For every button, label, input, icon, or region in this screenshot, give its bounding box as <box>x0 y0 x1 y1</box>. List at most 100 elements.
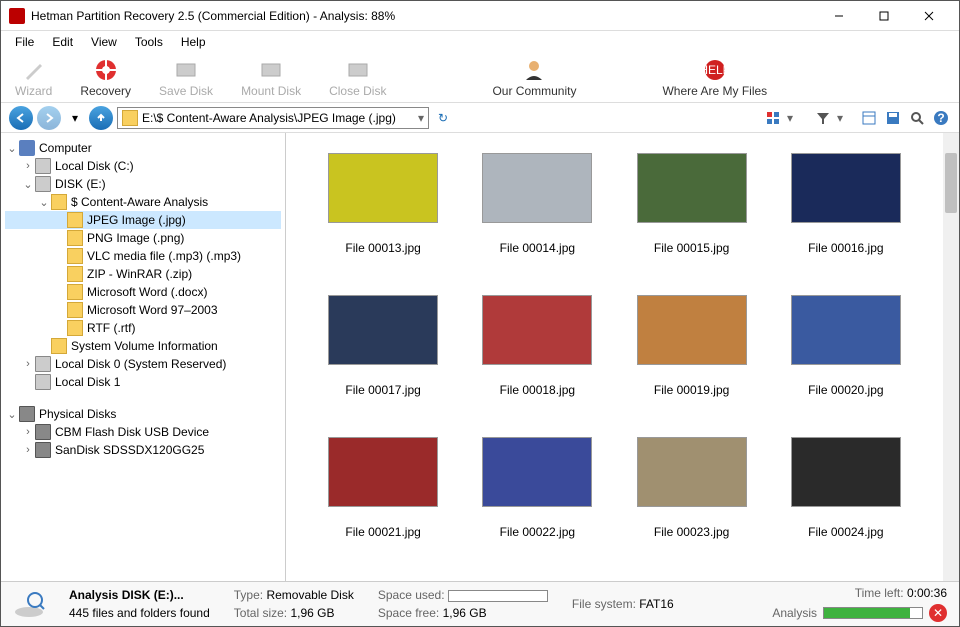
tree-item[interactable]: System Volume Information <box>5 337 281 355</box>
free-label: Space free: <box>378 606 439 620</box>
view-dropdown[interactable]: ▾ <box>787 111 793 125</box>
expand-icon[interactable]: › <box>21 444 35 456</box>
history-dropdown[interactable]: ▾ <box>65 108 85 128</box>
total-value: 1,96 GB <box>290 606 334 620</box>
address-input[interactable] <box>142 111 418 125</box>
minimize-button[interactable] <box>816 2 861 30</box>
tree-item-label: System Volume Information <box>71 339 218 353</box>
menu-edit[interactable]: Edit <box>44 33 81 51</box>
filter-dropdown[interactable]: ▾ <box>837 111 843 125</box>
tree-item[interactable]: PNG Image (.png) <box>5 229 281 247</box>
file-item[interactable]: File 00023.jpg <box>625 437 759 539</box>
tree-item-label: Physical Disks <box>39 407 116 421</box>
tree-item[interactable]: VLC media file (.mp3) (.mp3) <box>5 247 281 265</box>
recovery-button[interactable]: Recovery <box>80 58 131 98</box>
file-item[interactable]: File 00017.jpg <box>316 295 450 397</box>
file-item[interactable]: File 00022.jpg <box>470 437 604 539</box>
tree-item[interactable]: Microsoft Word 97–2003 <box>5 301 281 319</box>
scrollbar-thumb[interactable] <box>945 153 957 213</box>
menu-file[interactable]: File <box>7 33 42 51</box>
address-dropdown-icon[interactable]: ▾ <box>418 111 424 125</box>
close-disk-label: Close Disk <box>329 84 386 98</box>
expand-icon[interactable]: ⌄ <box>37 196 51 209</box>
address-bar[interactable]: ▾ <box>117 107 429 129</box>
file-name: File 00020.jpg <box>808 383 883 397</box>
navbar: ▾ ▾ ↻ ▾ ▾ ? <box>1 103 959 133</box>
file-thumbnail <box>482 153 592 223</box>
time-label: Time left: <box>855 586 904 600</box>
file-item[interactable]: File 00014.jpg <box>470 153 604 255</box>
file-thumbnail <box>482 295 592 365</box>
filter-button[interactable] <box>813 108 833 128</box>
tree-item[interactable]: ⌄ Physical Disks <box>5 405 281 423</box>
tree-item[interactable]: ⌄Computer <box>5 139 281 157</box>
file-item[interactable]: File 00016.jpg <box>779 153 913 255</box>
where-files-label: Where Are My Files <box>662 84 767 98</box>
wizard-button[interactable]: Wizard <box>15 58 52 98</box>
tree-item[interactable]: ›Local Disk 0 (System Reserved) <box>5 355 281 373</box>
save-button[interactable] <box>883 108 903 128</box>
expand-icon[interactable]: › <box>21 160 35 172</box>
file-item[interactable]: File 00024.jpg <box>779 437 913 539</box>
file-grid[interactable]: File 00013.jpg File 00014.jpg File 00015.j… <box>286 133 943 581</box>
file-name: File 00024.jpg <box>808 525 883 539</box>
expand-icon[interactable]: ⌄ <box>21 178 35 191</box>
tree-item[interactable]: ›SanDisk SDSSDX120GG25 <box>5 441 281 459</box>
titlebar: Hetman Partition Recovery 2.5 (Commercia… <box>1 1 959 31</box>
up-button[interactable] <box>89 106 113 130</box>
statusbar: Analysis DISK (E:)... 445 files and fold… <box>1 582 959 626</box>
expand-icon[interactable]: ⌄ <box>5 142 19 155</box>
file-name: File 00014.jpg <box>500 241 575 255</box>
close-button[interactable] <box>906 2 951 30</box>
help-button[interactable]: ? <box>931 108 951 128</box>
community-icon <box>522 58 546 82</box>
expand-icon[interactable]: › <box>21 358 35 370</box>
tree-item[interactable]: Microsoft Word (.docx) <box>5 283 281 301</box>
main-panel: File 00013.jpg File 00014.jpg File 00015.j… <box>286 133 959 581</box>
tree-item-label: RTF (.rtf) <box>87 321 135 335</box>
close-disk-button[interactable]: Close Disk <box>329 58 386 98</box>
total-label: Total size: <box>234 606 287 620</box>
expand-icon[interactable]: › <box>21 426 35 438</box>
file-name: File 00013.jpg <box>345 241 420 255</box>
tree-item[interactable]: ›CBM Flash Disk USB Device <box>5 423 281 441</box>
menu-tools[interactable]: Tools <box>127 33 171 51</box>
tree-item[interactable]: ›Local Disk (C:) <box>5 157 281 175</box>
file-item[interactable]: File 00013.jpg <box>316 153 450 255</box>
menu-help[interactable]: Help <box>173 33 214 51</box>
recovery-label: Recovery <box>80 84 131 98</box>
tree-item[interactable]: ⌄$ Content-Aware Analysis <box>5 193 281 211</box>
menu-view[interactable]: View <box>83 33 125 51</box>
scrollbar[interactable] <box>943 133 959 581</box>
save-disk-button[interactable]: Save Disk <box>159 58 213 98</box>
status-title: Analysis DISK (E:)... <box>69 588 210 602</box>
stop-analysis-button[interactable]: ✕ <box>929 604 947 622</box>
expand-icon[interactable]: ⌄ <box>5 408 19 421</box>
tree-item[interactable]: RTF (.rtf) <box>5 319 281 337</box>
options-button[interactable] <box>859 108 879 128</box>
view-mode-button[interactable] <box>763 108 783 128</box>
mount-disk-button[interactable]: Mount Disk <box>241 58 301 98</box>
back-button[interactable] <box>9 106 33 130</box>
community-button[interactable]: Our Community <box>492 58 576 98</box>
search-button[interactable] <box>907 108 927 128</box>
refresh-button[interactable]: ↻ <box>433 108 453 128</box>
file-name: File 00019.jpg <box>654 383 729 397</box>
tree-item[interactable]: JPEG Image (.jpg) <box>5 211 281 229</box>
file-thumbnail <box>328 153 438 223</box>
forward-button[interactable] <box>37 106 61 130</box>
file-item[interactable]: File 00021.jpg <box>316 437 450 539</box>
file-item[interactable]: File 00018.jpg <box>470 295 604 397</box>
file-item[interactable]: File 00019.jpg <box>625 295 759 397</box>
file-item[interactable]: File 00015.jpg <box>625 153 759 255</box>
tree-item[interactable]: ⌄DISK (E:) <box>5 175 281 193</box>
where-files-button[interactable]: HELP Where Are My Files <box>662 58 767 98</box>
folder-tree[interactable]: ⌄Computer›Local Disk (C:)⌄DISK (E:)⌄$ Co… <box>1 133 286 581</box>
maximize-button[interactable] <box>861 2 906 30</box>
mount-disk-label: Mount Disk <box>241 84 301 98</box>
file-item[interactable]: File 00020.jpg <box>779 295 913 397</box>
tree-item-label: Local Disk 1 <box>55 375 120 389</box>
fs-value: FAT16 <box>639 597 673 611</box>
tree-item[interactable]: Local Disk 1 <box>5 373 281 391</box>
tree-item[interactable]: ZIP - WinRAR (.zip) <box>5 265 281 283</box>
